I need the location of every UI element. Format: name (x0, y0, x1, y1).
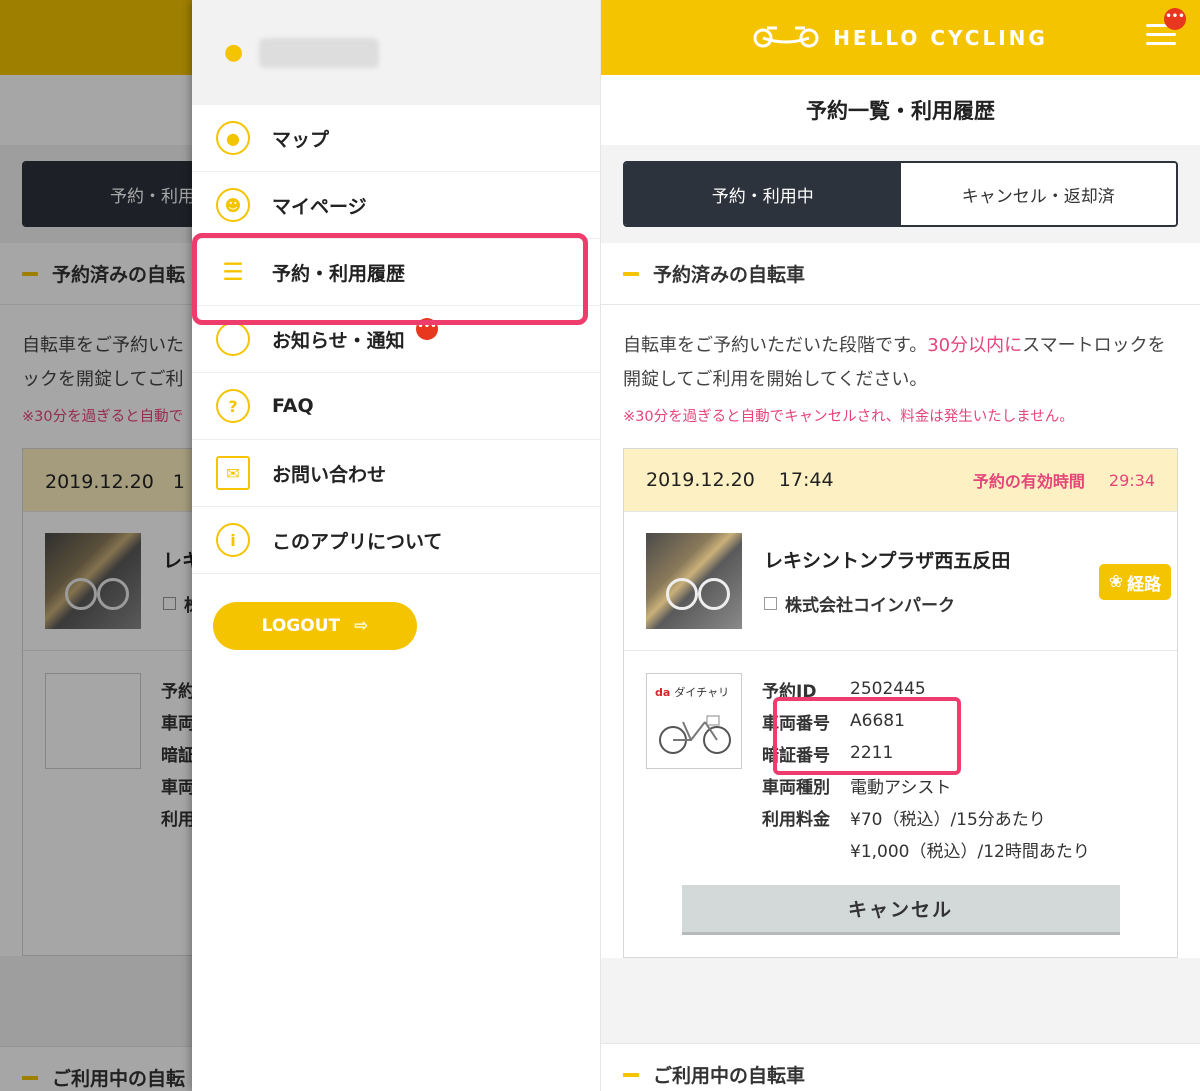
hamburger-line (1146, 33, 1176, 36)
username-blurred (259, 37, 380, 68)
user-circle-icon: ☻ (216, 188, 250, 222)
in-use-section-title: ご利用中の自転車 (653, 1065, 806, 1087)
hamburger-menu-icon[interactable]: ••• (1146, 8, 1186, 48)
envelope-icon: ✉ (216, 456, 250, 490)
spec-value: 電動アシスト (850, 777, 952, 798)
tab-area: 予約・利用中 キャンセル・返却済 (601, 145, 1200, 243)
menu-highlight-box (192, 233, 588, 325)
tab-active-reservations[interactable]: 予約・利用中 (625, 163, 901, 225)
in-use-section-head: ご利用中の自転車 (601, 1043, 1200, 1091)
logo-text: HELLO CYCLING (833, 25, 1048, 50)
station-photo (646, 533, 742, 629)
route-label: 経路 (1127, 574, 1162, 595)
spec-fee: 利用料金 ¥70（税込）/15分あたり (762, 801, 1090, 833)
tabs: 予約・利用中 キャンセル・返却済 (623, 161, 1178, 227)
bike-thumbnail: da ダイチャリ (646, 673, 742, 769)
valid-time-label: 予約の有効時間 (972, 472, 1085, 491)
reserved-section-title: 予約済みの自転車 (653, 264, 806, 286)
logout-icon: ⇨ (354, 616, 369, 636)
menu-item-faq[interactable]: ? FAQ (192, 373, 600, 440)
vehicle-pin-highlight-box (773, 697, 961, 775)
screenshot-root: 予約・利用 予約済みの自転 自転車をご予約いた ックを開錠してご利 ※30分を過… (0, 0, 1200, 1091)
bicycle-icon (753, 22, 819, 53)
section-gap (601, 958, 1200, 1043)
reservation-card: 2019.12.20 17:44 予約の有効時間 29:34 レキシントンプラザ… (623, 448, 1178, 958)
spec-label: 車両種別 (762, 777, 830, 798)
desc-highlight: 30分以内に (927, 335, 1023, 356)
question-icon: ? (216, 389, 250, 423)
brand-sub: ダイチャリ (674, 686, 730, 699)
side-drawer: ● ● マップ ☻ マイページ ☰ 予約・利用履歴 お知らせ・通知 ••• ? (192, 0, 600, 1091)
menu-item-contact[interactable]: ✉ お問い合わせ (192, 440, 600, 507)
station-name: レキシントンプラザ西五反田 (764, 550, 1011, 572)
info-icon: i (216, 523, 250, 557)
spec-value: 2502445 (850, 679, 926, 699)
left-panel: 予約・利用 予約済みの自転 自転車をご予約いた ックを開錠してご利 ※30分を過… (0, 0, 600, 1091)
section-bar (623, 271, 639, 276)
speech-bubble-icon (216, 322, 250, 356)
logout-button[interactable]: LOGOUT ⇨ (213, 602, 417, 650)
menu-item-mypage[interactable]: ☻ マイページ (192, 172, 600, 239)
right-panel: HELLO CYCLING ••• 予約一覧・利用履歴 予約・利用中 キャンセル… (600, 0, 1200, 1091)
map-pin-icon: ● (216, 121, 250, 155)
company-row: 株式会社コインパーク (764, 591, 1010, 616)
spec-value: ¥70（税込）/15分あたり (850, 809, 1046, 830)
menu-label: マイページ (272, 195, 367, 218)
reservation-date: 2019.12.20 (646, 469, 755, 491)
station-info: レキシントンプラザ西五反田 株式会社コインパーク (764, 546, 1010, 616)
menu-label: マップ (272, 128, 330, 151)
reserved-section-head: 予約済みの自転車 (601, 243, 1200, 305)
bicycle-image (659, 715, 731, 754)
route-button[interactable]: ❀ 経路 (1099, 564, 1171, 600)
bike-info: da ダイチャリ 予約ID 2502445 車両番号 A6681 暗証番号 2211 車… (624, 651, 1177, 865)
building-icon (764, 597, 777, 610)
user-icon: ● (224, 40, 244, 65)
app-header: HELLO CYCLING ••• (601, 0, 1200, 75)
brand-logo: da ダイチャリ (655, 684, 729, 700)
menu-item-map[interactable]: ● マップ (192, 105, 600, 172)
hamburger-line (1146, 42, 1176, 45)
menu-label: お知らせ・通知 (272, 329, 405, 352)
menu-label: このアプリについて (272, 530, 443, 553)
reserved-content: 自転車をご予約いただいた段階です。30分以内にスマートロックを開錠してご利用を開… (601, 305, 1200, 958)
reserved-description: 自転車をご予約いただいた段階です。30分以内にスマートロックを開錠してご利用を開… (623, 329, 1178, 397)
spec-fee-extra: ¥1,000（税込）/12時間あたり (762, 833, 1090, 865)
page-title: 予約一覧・利用履歴 (601, 75, 1200, 145)
menu-item-about[interactable]: i このアプリについて (192, 507, 600, 574)
logout-label: LOGOUT (261, 616, 341, 636)
walking-person-icon: ❀ (1108, 572, 1124, 592)
desc-part-1: 自転車をご予約いただいた段階です。 (623, 335, 928, 356)
station-row: レキシントンプラザ西五反田 株式会社コインパーク ❀ 経路 (624, 511, 1177, 651)
notification-badge: ••• (1164, 8, 1186, 30)
spec-value: ¥1,000（税込）/12時間あたり (850, 841, 1090, 862)
brand-text: da (655, 686, 671, 699)
user-row: ● (192, 0, 600, 105)
spec-label: 利用料金 (762, 809, 830, 830)
reservation-time: 17:44 (778, 469, 834, 491)
menu-label: FAQ (272, 395, 314, 417)
reserved-note: ※30分を過ぎると自動でキャンセルされ、料金は発生いたしません。 (623, 409, 1074, 425)
reservation-header: 2019.12.20 17:44 予約の有効時間 29:34 (624, 449, 1177, 511)
remaining-time: 29:34 (1108, 470, 1155, 490)
app-logo: HELLO CYCLING (753, 22, 1048, 53)
company-name: 株式会社コインパーク (785, 596, 955, 616)
menu-label: お問い合わせ (272, 463, 387, 486)
section-bar (623, 1072, 639, 1077)
cancel-button[interactable]: キャンセル (681, 885, 1120, 935)
tab-cancelled-returned[interactable]: キャンセル・返却済 (900, 163, 1176, 225)
